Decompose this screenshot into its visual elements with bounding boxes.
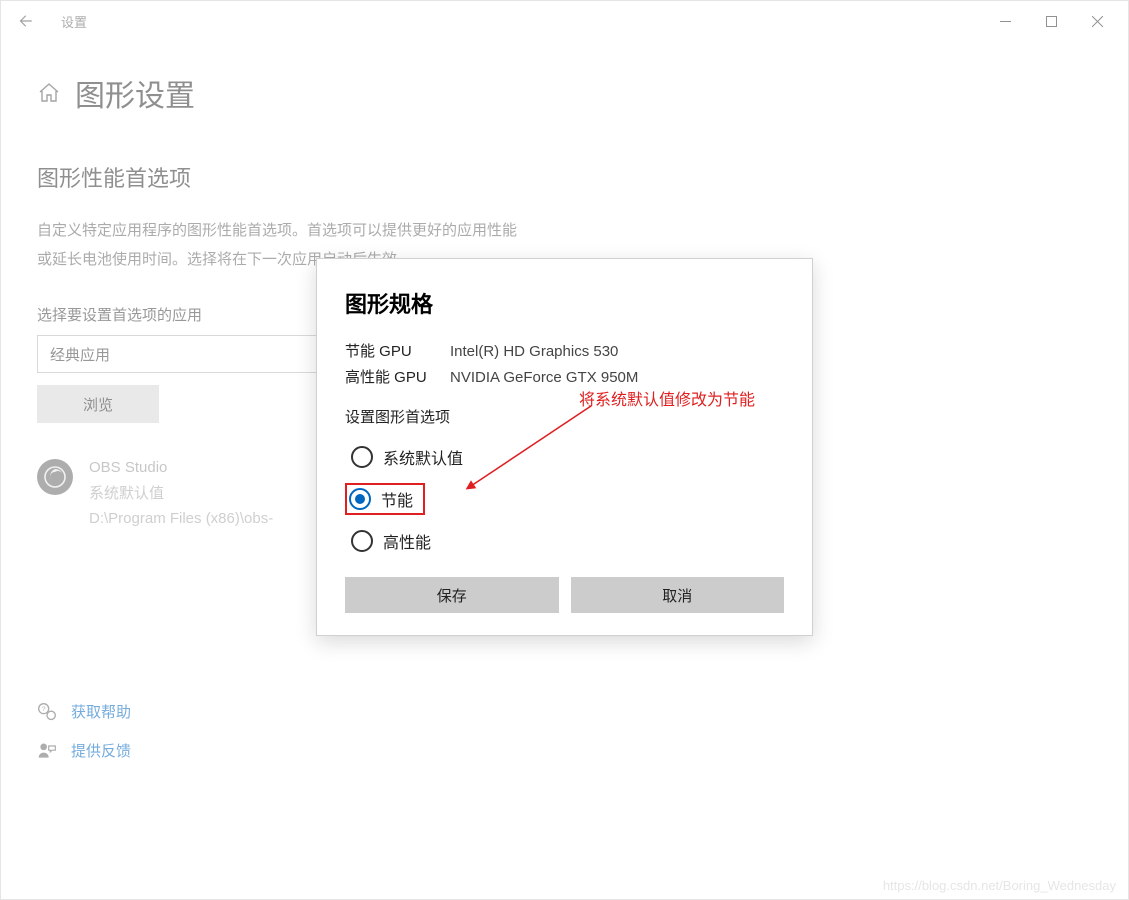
- page-title: 图形设置: [75, 71, 195, 115]
- app-path: D:\Program Files (x86)\obs-: [89, 506, 273, 532]
- minimize-icon: [1000, 16, 1011, 27]
- save-button[interactable]: 保存: [345, 577, 559, 613]
- window-title: 设置: [61, 12, 87, 31]
- back-button[interactable]: [9, 5, 41, 37]
- minimize-button[interactable]: [982, 5, 1028, 37]
- titlebar: 设置: [1, 1, 1128, 41]
- feedback-link[interactable]: 提供反馈: [37, 740, 131, 761]
- eco-gpu-value: Intel(R) HD Graphics 530: [450, 339, 618, 365]
- maximize-icon: [1046, 16, 1057, 27]
- app-icon: [37, 459, 73, 495]
- help-icon: ?: [37, 702, 57, 722]
- cancel-button[interactable]: 取消: [571, 577, 785, 613]
- footer-links: ? 获取帮助 提供反馈: [37, 701, 131, 779]
- dialog-title: 图形规格: [345, 287, 784, 319]
- radio-label-default: 系统默认值: [383, 445, 463, 469]
- svg-text:?: ?: [42, 706, 46, 713]
- eco-gpu-label: 节能 GPU: [345, 339, 450, 365]
- obs-icon: [43, 465, 67, 489]
- radio-label-eco: 节能: [381, 487, 413, 511]
- feedback-link-text: 提供反馈: [71, 740, 131, 761]
- annotation-label: 将系统默认值修改为节能: [579, 386, 755, 410]
- app-name: OBS Studio: [89, 455, 273, 481]
- graphics-spec-dialog: 图形规格 节能 GPU Intel(R) HD Graphics 530 高性能…: [316, 258, 813, 636]
- home-icon[interactable]: [37, 81, 61, 105]
- perf-gpu-label: 高性能 GPU: [345, 365, 450, 391]
- feedback-icon: [37, 741, 57, 761]
- dropdown-value: 经典应用: [50, 344, 110, 365]
- close-icon: [1092, 16, 1103, 27]
- watermark: https://blog.csdn.net/Boring_Wednesday: [883, 878, 1116, 893]
- radio-label-perf: 高性能: [383, 529, 431, 553]
- app-pref: 系统默认值: [89, 481, 273, 507]
- help-link-text: 获取帮助: [71, 701, 131, 722]
- browse-button[interactable]: 浏览: [37, 385, 159, 423]
- radio-high-performance[interactable]: 高性能: [345, 525, 437, 557]
- close-button[interactable]: [1074, 5, 1120, 37]
- help-link[interactable]: ? 获取帮助: [37, 701, 131, 722]
- back-arrow-icon: [16, 12, 34, 30]
- maximize-button[interactable]: [1028, 5, 1074, 37]
- app-type-dropdown[interactable]: 经典应用: [37, 335, 347, 373]
- section-title: 图形性能首选项: [37, 161, 1092, 193]
- description-line1: 自定义特定应用程序的图形性能首选项。首选项可以提供更好的应用性能: [37, 222, 517, 239]
- radio-system-default[interactable]: 系统默认值: [345, 441, 469, 473]
- radio-power-saving[interactable]: 节能: [345, 483, 425, 515]
